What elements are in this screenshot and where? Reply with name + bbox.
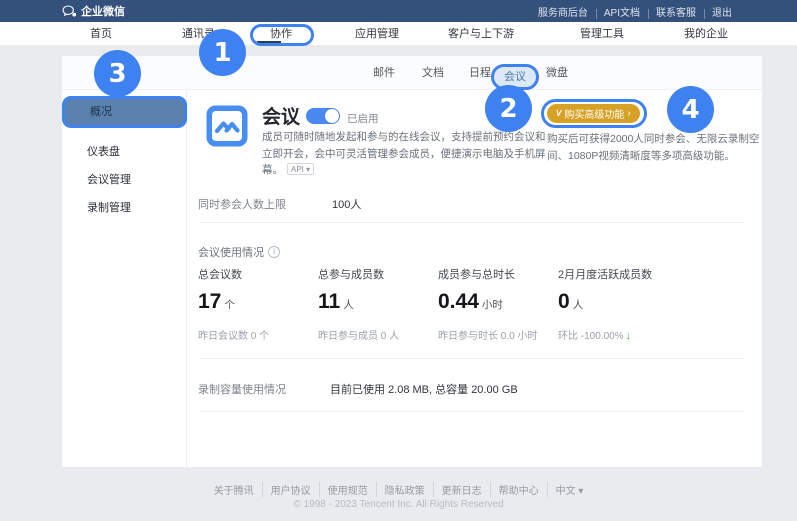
divider-3 bbox=[200, 411, 745, 412]
stat-sub: 昨日会议数 0 个 bbox=[198, 327, 316, 342]
footer-link-changelog[interactable]: 更新日志 bbox=[433, 482, 490, 497]
copyright: © 1998 - 2023 Tencent Inc. All Rights Re… bbox=[0, 499, 797, 510]
divider-1 bbox=[200, 222, 745, 223]
stat-label: 总参与成员数 bbox=[318, 266, 436, 282]
footer-link-terms[interactable]: 用户协议 bbox=[262, 482, 319, 497]
arrow-right-icon: › bbox=[627, 108, 630, 119]
stat-unit: 人 bbox=[343, 297, 354, 312]
stat-value: 0.44 bbox=[438, 290, 479, 314]
limit-label: 同时参会人数上限 bbox=[198, 196, 286, 212]
footer-link-privacy[interactable]: 隐私政策 bbox=[376, 482, 433, 497]
content-card: 邮件 文档 日程 会议 微盘 概况 仪表盘 会议管理 录制管理 会议 已启用 成… bbox=[62, 56, 762, 467]
stat-unit: 个 bbox=[224, 297, 235, 312]
stat-sub: 昨日参与成员 0 人 bbox=[318, 327, 436, 342]
nav-item-admin-tools[interactable]: 管理工具 bbox=[580, 22, 624, 46]
status-text: 已启用 bbox=[347, 111, 379, 126]
brand[interactable]: 企业微信 bbox=[62, 0, 125, 22]
language-select[interactable]: 中文 ▾ bbox=[547, 482, 592, 497]
footer-link-about[interactable]: 关于腾讯 bbox=[206, 482, 262, 497]
stat-unit: 人 bbox=[573, 297, 584, 312]
sidebar-item-recording-management[interactable]: 录制管理 bbox=[62, 196, 186, 220]
step-circle-1: 1 bbox=[199, 29, 246, 76]
nav-item-customers[interactable]: 客户与上下游 bbox=[448, 22, 514, 46]
nav-item-apps[interactable]: 应用管理 bbox=[355, 22, 399, 46]
nav-item-home[interactable]: 首页 bbox=[90, 22, 112, 46]
page: 企业微信 服务商后台 API文档 联系客服 退出 首页 通讯录 协作 应用管理 … bbox=[0, 0, 797, 521]
wework-logo-icon bbox=[62, 5, 77, 18]
footer: 关于腾讯 用户协议 使用规范 隐私政策 更新日志 帮助中心 中文 ▾ bbox=[0, 482, 797, 497]
sidebar-item-overview[interactable]: 概况 bbox=[62, 96, 187, 128]
stat-total-duration: 成员参与总时长 0.44小时 昨日参与时长 0.0 小时 bbox=[438, 266, 556, 342]
usage-title: 会议使用情况 i bbox=[198, 244, 280, 260]
tab-drive[interactable]: 微盘 bbox=[546, 56, 568, 90]
toggle-knob bbox=[325, 109, 339, 123]
footer-link-help[interactable]: 帮助中心 bbox=[490, 482, 547, 497]
topbar-link-contact-support[interactable]: 联系客服 bbox=[648, 4, 704, 19]
nav-active-indicator bbox=[257, 41, 281, 45]
vip-icon: V bbox=[556, 109, 561, 118]
topbar-links: 服务商后台 API文档 联系客服 退出 bbox=[530, 0, 740, 22]
api-dropdown[interactable]: API ▾ bbox=[287, 163, 314, 175]
stat-label: 总会议数 bbox=[198, 266, 316, 282]
topbar: 企业微信 服务商后台 API文档 联系客服 退出 bbox=[0, 0, 797, 22]
topbar-link-api-docs[interactable]: API文档 bbox=[596, 4, 648, 19]
topbar-link-logout[interactable]: 退出 bbox=[704, 4, 740, 19]
brand-label: 企业微信 bbox=[81, 3, 125, 19]
meeting-app-icon bbox=[205, 104, 249, 148]
chevron-down-icon: ▾ bbox=[578, 486, 583, 497]
stat-value: 11 bbox=[318, 290, 340, 314]
step-circle-3: 3 bbox=[94, 50, 141, 97]
sidebar-item-dashboard[interactable]: 仪表盘 bbox=[62, 140, 186, 164]
step-circle-4: 4 bbox=[667, 86, 714, 133]
buy-premium-label: 购买高级功能 bbox=[564, 106, 624, 121]
stat-total-participants: 总参与成员数 11人 昨日参与成员 0 人 bbox=[318, 266, 436, 342]
stat-total-meetings: 总会议数 17个 昨日会议数 0 个 bbox=[198, 266, 316, 342]
sidebar-divider bbox=[186, 90, 187, 467]
stat-monthly-active: 2月月度活跃成员数 0人 环比 -100.00%↓ bbox=[558, 266, 676, 342]
premium-description: 购买后可获得2000人同时参会、无限云录制空间、1080P视频清晰度等多项高级功… bbox=[547, 131, 761, 164]
recording-value: 目前已使用 2.08 MB, 总容量 20.00 GB bbox=[330, 381, 518, 397]
stat-sub: 昨日参与时长 0.0 小时 bbox=[438, 327, 556, 342]
stat-label: 成员参与总时长 bbox=[438, 266, 556, 282]
tab-calendar[interactable]: 日程 bbox=[469, 56, 491, 90]
stat-value: 0 bbox=[558, 290, 570, 314]
limit-value: 100人 bbox=[332, 196, 361, 212]
app-description: 成员可随时随地发起和参与的在线会议，支持提前预约会议和立即开会，会中可灵活管理参… bbox=[262, 129, 550, 179]
divider-2 bbox=[200, 358, 745, 359]
stat-label: 2月月度活跃成员数 bbox=[558, 266, 676, 282]
main-nav: 首页 通讯录 协作 应用管理 客户与上下游 管理工具 我的企业 bbox=[0, 22, 797, 46]
sidebar-item-meeting-management[interactable]: 会议管理 bbox=[62, 168, 186, 192]
tab-mail[interactable]: 邮件 bbox=[373, 56, 395, 90]
stat-unit: 小时 bbox=[482, 297, 503, 312]
stat-value: 17 bbox=[198, 290, 221, 314]
page-title: 会议 bbox=[262, 102, 300, 129]
stat-sub: 环比 -100.00%↓ bbox=[558, 327, 676, 342]
enable-toggle[interactable] bbox=[306, 108, 340, 124]
topbar-link-provider-console[interactable]: 服务商后台 bbox=[530, 4, 596, 19]
buy-premium-button[interactable]: V 购买高级功能 › bbox=[547, 104, 640, 123]
trend-down-icon: ↓ bbox=[626, 331, 631, 342]
tab-docs[interactable]: 文档 bbox=[422, 56, 444, 90]
info-icon[interactable]: i bbox=[268, 246, 280, 258]
subtabs: 邮件 文档 日程 会议 微盘 bbox=[62, 56, 762, 90]
chevron-down-icon: ▾ bbox=[306, 165, 310, 174]
nav-item-my-company[interactable]: 我的企业 bbox=[684, 22, 728, 46]
recording-label: 录制容量使用情况 bbox=[198, 381, 286, 397]
footer-link-rules[interactable]: 使用规范 bbox=[319, 482, 376, 497]
step-circle-2: 2 bbox=[485, 85, 532, 132]
